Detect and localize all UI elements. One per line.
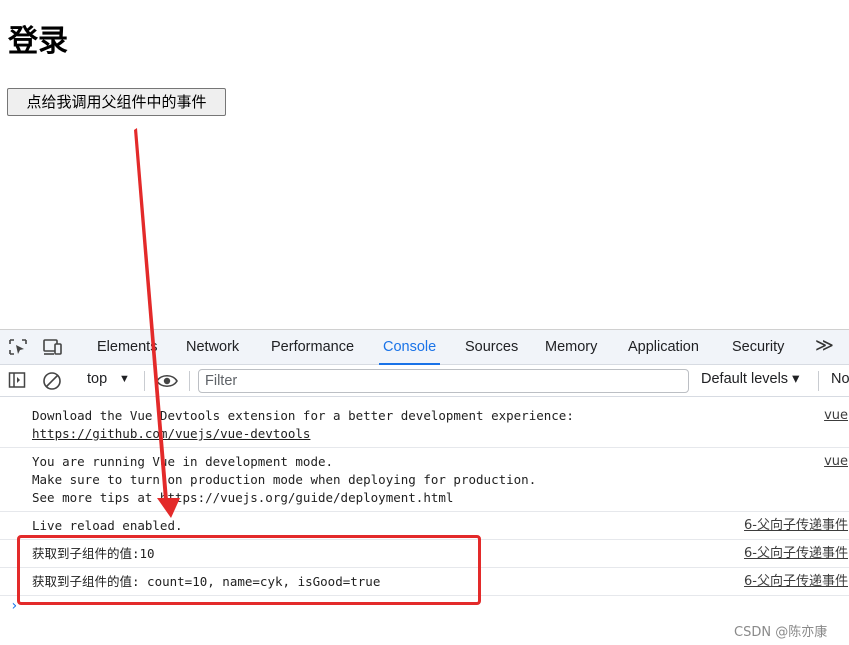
message-text: Make sure to turn on production mode whe… <box>32 472 537 487</box>
filter-input[interactable]: Filter <box>198 369 689 393</box>
tab-network[interactable]: Network <box>186 330 239 365</box>
message-source-link[interactable]: vue <box>824 407 848 425</box>
clear-console-icon[interactable] <box>42 371 62 391</box>
console-output: Download the Vue Devtools extension for … <box>0 398 849 645</box>
console-message: Download the Vue Devtools extension for … <box>0 398 849 448</box>
chevron-down-icon: ▼ <box>119 373 130 385</box>
call-parent-event-button[interactable]: 点给我调用父组件中的事件 <box>7 88 226 116</box>
message-source-link[interactable]: 6-父向子传递事件 <box>744 517 848 535</box>
highlight-box <box>17 535 481 605</box>
message-text: Live reload enabled. <box>32 518 183 533</box>
toolbar-divider <box>144 371 145 391</box>
watermark: CSDN @陈亦康 <box>734 625 828 640</box>
devtools-tabbar: Elements Network Performance Console Sou… <box>0 330 849 365</box>
message-source-link[interactable]: 6-父向子传递事件 <box>744 573 848 591</box>
toolbar-divider <box>189 371 190 391</box>
message-text: You are running Vue in development mode. <box>32 454 334 469</box>
tab-console[interactable]: Console <box>378 330 441 365</box>
tab-security[interactable]: Security <box>732 330 784 365</box>
context-selector[interactable]: top <box>87 371 107 387</box>
tab-application[interactable]: Application <box>628 330 699 365</box>
tab-elements[interactable]: Elements <box>97 330 157 365</box>
tab-sources[interactable]: Sources <box>465 330 518 365</box>
console-toolbar: top ▼ Filter Default levels ▾ No <box>0 365 849 397</box>
page-title: 登录 <box>8 24 68 59</box>
log-levels-dropdown[interactable]: Default levels ▾ <box>701 371 799 387</box>
sidebar-toggle-icon[interactable] <box>8 371 26 389</box>
tab-memory[interactable]: Memory <box>545 330 597 365</box>
live-expression-eye-icon[interactable] <box>156 373 178 389</box>
message-link[interactable]: https://github.com/vuejs/vue-devtools <box>32 425 310 443</box>
inspect-element-icon[interactable] <box>8 338 28 356</box>
message-text: See more tips at https://vuejs.org/guide… <box>32 490 454 505</box>
message-text: Download the Vue Devtools extension for … <box>32 408 574 423</box>
issues-counter[interactable]: No <box>831 371 849 387</box>
message-source-link[interactable]: 6-父向子传递事件 <box>744 545 848 563</box>
tab-performance[interactable]: Performance <box>271 330 354 365</box>
more-tabs-icon[interactable]: ≫ <box>815 335 834 356</box>
device-toolbar-icon[interactable] <box>42 338 62 356</box>
toolbar-divider <box>818 371 819 391</box>
message-source-link[interactable]: vue <box>824 453 848 471</box>
console-message: You are running Vue in development mode.… <box>0 448 849 512</box>
